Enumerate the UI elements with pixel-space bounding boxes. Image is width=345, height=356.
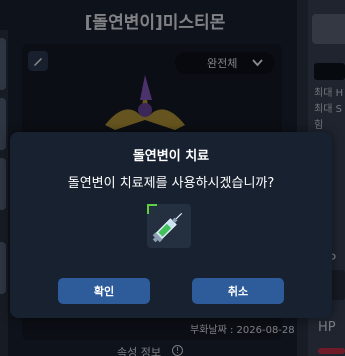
confirm-dialog: 돌연변이 치료 돌연변이 치료제를 사용하시겠습니까? 확인 취소 xyxy=(10,132,332,318)
cancel-button[interactable]: 취소 xyxy=(192,278,284,304)
dialog-title: 돌연변이 치료 xyxy=(132,149,210,164)
dialog-message: 돌연변이 치료제를 사용하시겠습니까? xyxy=(67,176,275,191)
slot-corner xyxy=(147,204,157,214)
item-slot xyxy=(147,204,191,248)
confirm-button[interactable]: 확인 xyxy=(58,278,150,304)
